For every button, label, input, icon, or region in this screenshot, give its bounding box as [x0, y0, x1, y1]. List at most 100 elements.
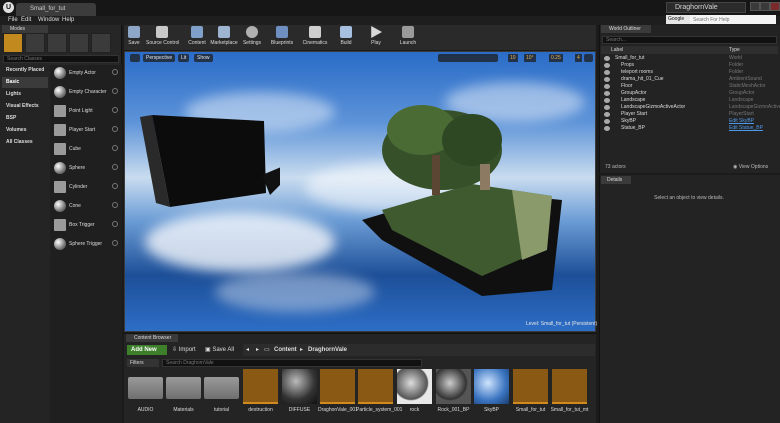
asset-tile[interactable]: DraghonVale_001: [318, 369, 358, 421]
maximize-icon[interactable]: [760, 2, 770, 11]
asset-tile[interactable]: Small_for_tut_mt: [551, 369, 588, 421]
outliner-row[interactable]: GroupActor GroupActor: [601, 90, 778, 97]
unreal-logo-icon[interactable]: U: [3, 2, 14, 13]
play-button[interactable]: Play: [368, 26, 384, 49]
asset-tile[interactable]: rock: [397, 369, 432, 421]
level-tab[interactable]: Small_for_tut: [16, 3, 96, 16]
category-all-classes[interactable]: All Classes: [2, 137, 48, 148]
category-visual-effects[interactable]: Visual Effects: [2, 101, 48, 112]
outliner-row[interactable]: Small_for_tut World: [601, 55, 778, 62]
content-browser-tab[interactable]: Content Browser: [126, 334, 178, 342]
help-icon[interactable]: [112, 145, 118, 151]
eye-icon[interactable]: [604, 112, 610, 117]
help-search-input[interactable]: [690, 15, 776, 24]
help-icon[interactable]: [112, 164, 118, 170]
launch-button[interactable]: Launch: [398, 26, 418, 49]
eye-icon[interactable]: [604, 77, 610, 82]
outliner-row[interactable]: drama_hit_01_Cue AmbientSound: [601, 76, 778, 83]
item-cylinder[interactable]: Cylinder: [52, 179, 120, 197]
search-scope-dropdown[interactable]: Google: [666, 15, 690, 24]
add-new-button[interactable]: Add New: [127, 345, 167, 355]
item-sphere[interactable]: Sphere: [52, 160, 120, 178]
geometry-mode-icon[interactable]: [91, 33, 111, 53]
modes-tab[interactable]: Modes: [2, 25, 48, 33]
dark-cube-mesh[interactable]: [140, 115, 280, 207]
eye-icon[interactable]: [604, 70, 610, 75]
outliner-search-input[interactable]: [602, 36, 777, 44]
help-icon[interactable]: [112, 107, 118, 113]
close-icon[interactable]: [770, 2, 780, 11]
breadcrumb-draghornvale[interactable]: DraghornVale: [308, 345, 347, 355]
item-cone[interactable]: Cone: [52, 198, 120, 216]
help-icon[interactable]: [112, 183, 118, 189]
world-outliner-tab[interactable]: World Outliner: [601, 25, 651, 33]
category-recently-placed[interactable]: Recently Placed: [2, 65, 48, 76]
perspective-button[interactable]: Perspective: [143, 54, 176, 62]
settings-button[interactable]: Settings: [242, 26, 262, 49]
eye-icon[interactable]: [604, 91, 610, 96]
scale-snap-value[interactable]: 0.25: [549, 54, 563, 62]
forward-arrow-icon[interactable]: ▸: [256, 345, 259, 355]
eye-icon[interactable]: [604, 126, 610, 131]
transform-tools[interactable]: [438, 54, 498, 62]
category-bsp[interactable]: BSP: [2, 113, 48, 124]
outliner-row[interactable]: teleport rooms Folder: [601, 69, 778, 76]
item-player-start[interactable]: Player Start: [52, 122, 120, 140]
outliner-row[interactable]: Props Folder: [601, 62, 778, 69]
asset-tile[interactable]: Materials: [166, 369, 201, 421]
paint-mode-icon[interactable]: [25, 33, 45, 53]
import-button[interactable]: ⇩ Import: [172, 345, 196, 355]
outliner-row[interactable]: Landscape Landscape: [601, 97, 778, 104]
help-icon[interactable]: [112, 88, 118, 94]
menu-edit[interactable]: Edit: [21, 16, 31, 25]
minimize-icon[interactable]: [750, 2, 760, 11]
item-point-light[interactable]: Point Light: [52, 103, 120, 121]
place-mode-icon[interactable]: [3, 33, 23, 53]
eye-icon[interactable]: [604, 105, 610, 110]
asset-tile[interactable]: AUDIO: [128, 369, 163, 421]
breadcrumb-content[interactable]: Content: [274, 345, 297, 355]
eye-icon[interactable]: [604, 119, 610, 124]
type-column-header[interactable]: Type: [729, 47, 740, 53]
eye-icon[interactable]: [604, 98, 610, 103]
asset-tile[interactable]: DIFFUSE: [282, 369, 317, 421]
help-icon[interactable]: [112, 202, 118, 208]
filters-button[interactable]: Filters: [127, 359, 159, 367]
marketplace-button[interactable]: Marketplace: [210, 26, 238, 49]
lit-button[interactable]: Lit: [178, 54, 190, 62]
label-column-header[interactable]: Label: [611, 47, 623, 53]
save-all-button[interactable]: ▣ Save All: [205, 345, 234, 355]
asset-tile[interactable]: SkyBP: [474, 369, 509, 421]
asset-tile[interactable]: Rock_001_BP: [436, 369, 471, 421]
edit-statue-bp-link[interactable]: Edit Statue_BP: [729, 125, 763, 132]
details-tab[interactable]: Details: [601, 176, 631, 184]
back-arrow-icon[interactable]: ◂: [246, 345, 249, 355]
item-cube[interactable]: Cube: [52, 141, 120, 159]
source-control-button[interactable]: Source Control: [146, 26, 179, 49]
category-lights[interactable]: Lights: [2, 89, 48, 100]
category-volumes[interactable]: Volumes: [2, 125, 48, 136]
asset-tile[interactable]: Particle_system_001: [356, 369, 402, 421]
help-icon[interactable]: [112, 126, 118, 132]
menu-help[interactable]: Help: [62, 16, 74, 25]
blueprints-button[interactable]: Blueprints: [270, 26, 294, 49]
item-box-trigger[interactable]: Box Trigger: [52, 217, 120, 235]
outliner-row[interactable]: Player Start PlayerStart: [601, 111, 778, 118]
eye-icon[interactable]: [604, 84, 610, 89]
asset-tile[interactable]: Small_for_tut: [513, 369, 548, 421]
build-button[interactable]: Build: [338, 26, 354, 49]
outliner-row[interactable]: Floor StaticMeshActor: [601, 83, 778, 90]
cinematics-button[interactable]: Cinematics: [302, 26, 328, 49]
eye-icon[interactable]: [604, 63, 610, 68]
item-empty-character[interactable]: Empty Character: [52, 84, 120, 102]
eye-icon[interactable]: [604, 56, 610, 61]
floating-island-mesh[interactable]: [362, 100, 570, 296]
help-icon[interactable]: [112, 69, 118, 75]
category-basic[interactable]: Basic: [2, 77, 48, 88]
outliner-row[interactable]: Statue_BP Edit Statue_BP: [601, 125, 778, 132]
asset-tile[interactable]: tutorial: [204, 369, 239, 421]
foliage-mode-icon[interactable]: [69, 33, 89, 53]
view-options-button[interactable]: ◉ View Options: [733, 164, 768, 170]
edit-skybp-link[interactable]: Edit SkyBP: [729, 118, 754, 125]
landscape-mode-icon[interactable]: [47, 33, 67, 53]
